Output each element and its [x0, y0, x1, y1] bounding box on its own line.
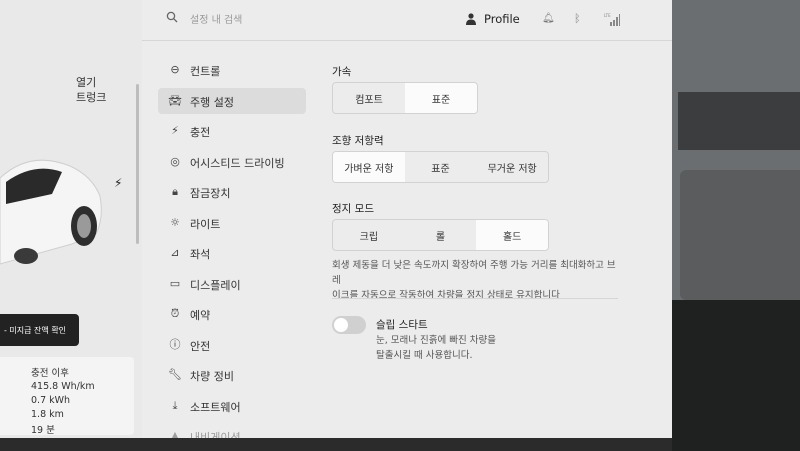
- seat-icon: ⊿: [170, 246, 180, 259]
- open-label[interactable]: 열기: [76, 74, 96, 90]
- stop-mode-option-hold[interactable]: 홀드: [476, 220, 548, 250]
- top-bar: 설정 내 검색 Profile 🔔︎ ᛒ LTE: [142, 0, 672, 41]
- sidebar-item-assisted-driving[interactable]: ◎ 어시스티드 드라이빙: [158, 149, 306, 175]
- sidebar-item-label: 컨트롤: [190, 65, 221, 78]
- search-icon[interactable]: [166, 11, 178, 23]
- profile-icon[interactable]: [466, 13, 476, 25]
- steering-wheel-icon: ◎: [170, 155, 180, 168]
- slip-start-title: 슬립 스타트: [376, 319, 428, 331]
- trip-title: 충전 이후: [31, 368, 69, 379]
- light-icon: ☼: [170, 216, 180, 229]
- lte-signal-icon: LTE: [604, 13, 620, 26]
- steering-option-light[interactable]: 가벼운 저항: [333, 152, 405, 182]
- sidebar-item-navigation[interactable]: ▲ 내비게이션: [158, 423, 306, 438]
- bolt-icon: ⚡︎: [171, 124, 179, 137]
- steering-option-heavy[interactable]: 무거운 저항: [476, 152, 548, 182]
- info-icon: ⓘ: [169, 338, 181, 351]
- trip-card: 충전 이후 415.8 Wh/km 0.7 kWh 1.8 km 19 분: [0, 357, 134, 436]
- acceleration-option-standard[interactable]: 표준: [405, 83, 477, 113]
- stop-mode-option-roll[interactable]: 롤: [405, 220, 477, 250]
- trip-energy-per-km: 415.8 Wh/km: [31, 381, 95, 392]
- acceleration-option-comfort[interactable]: 컴포트: [333, 83, 405, 113]
- charge-bolt-icon: ⚡: [114, 176, 123, 190]
- unpaid-balance-banner[interactable]: - 미지급 잔액 확인: [0, 314, 79, 346]
- sidebar-item-label: 주행 설정: [190, 96, 234, 109]
- sidebar-item-label: 잠금장치: [190, 187, 231, 200]
- trip-duration: 19 분: [31, 425, 55, 436]
- download-icon: ⤓: [172, 399, 178, 412]
- wrench-icon: 🔧︎: [168, 368, 182, 381]
- sidebar-item-seats[interactable]: ⊿ 좌석: [158, 240, 306, 266]
- sidebar-item-locks[interactable]: 🔒︎ 잠금장치: [158, 179, 306, 205]
- clock-icon: ⏰︎: [170, 307, 180, 320]
- acceleration-title: 가속: [332, 66, 352, 78]
- trip-energy: 0.7 kWh: [31, 395, 71, 406]
- car-status-panel: 열기 트렁크 ⚡ - 미지급 잔액 확인 충전 이후 415.8 Wh/km 0…: [0, 0, 142, 438]
- sidebar-item-label: 충전: [190, 126, 211, 139]
- sidebar-item-lights[interactable]: ☼ 라이트: [158, 210, 306, 236]
- slip-start-description: 눈, 모래나 진흙에 빠진 차량을 탈출시킬 때 사용합니다.: [376, 333, 576, 363]
- acceleration-segmented-control: 컴포트 표준: [332, 82, 478, 114]
- toggle-icon: ⊖: [170, 63, 180, 76]
- slip-start-toggle[interactable]: [332, 316, 366, 334]
- sidebar-item-label: 어시스티드 드라이빙: [190, 157, 285, 170]
- sidebar-item-label: 안전: [190, 340, 211, 353]
- stop-mode-description-line: 이크를 자동으로 작동하여 차량을 정지 상태로 유지합니다: [332, 290, 560, 301]
- sidebar-item-controls[interactable]: ⊖ 컨트롤: [158, 57, 306, 83]
- sidebar-item-display[interactable]: ▭ 디스플레이: [158, 271, 306, 297]
- touchscreen: 열기 트렁크 ⚡ - 미지급 잔액 확인 충전 이후 415.8 Wh/km 0…: [0, 0, 672, 438]
- search-input[interactable]: 설정 내 검색: [190, 11, 242, 26]
- slip-start-description-line: 탈출시킬 때 사용합니다.: [376, 350, 473, 361]
- trip-distance: 1.8 km: [31, 409, 64, 420]
- sidebar-item-label: 차량 정비: [190, 370, 234, 383]
- lower-dash: [672, 300, 800, 451]
- sidebar-item-service[interactable]: 🔧︎ 차량 정비: [158, 362, 306, 388]
- slip-start-description-line: 눈, 모래나 진흙에 빠진 차량을: [376, 335, 496, 346]
- sidebar-item-label: 디스플레이: [190, 279, 241, 292]
- car-icon: 🚘︎: [168, 94, 182, 107]
- stop-mode-option-creep[interactable]: 크립: [333, 220, 405, 250]
- sidebar-item-label: 예약: [190, 309, 211, 322]
- sidebar-item-software[interactable]: ⤓ 소프트웨어: [158, 393, 306, 419]
- sidebar-item-label: 소프트웨어: [190, 401, 241, 414]
- sidebar-item-label: 좌석: [190, 248, 211, 261]
- divider: [332, 298, 618, 299]
- trunk-label[interactable]: 트렁크: [76, 89, 106, 105]
- sidebar-item-label: 라이트: [190, 218, 221, 231]
- sidebar-item-label: 내비게이션: [190, 431, 241, 438]
- stop-mode-title: 정지 모드: [332, 203, 374, 215]
- steering-option-standard[interactable]: 표준: [405, 152, 477, 182]
- steering-title: 조향 저항력: [332, 135, 384, 147]
- left-scrollbar[interactable]: [136, 84, 139, 244]
- sidebar-item-safety[interactable]: ⓘ 안전: [158, 332, 306, 358]
- svg-text:LTE: LTE: [604, 13, 611, 18]
- bell-icon[interactable]: 🔔︎: [542, 13, 555, 24]
- dashboard-panel: [680, 170, 800, 300]
- stop-mode-segmented-control: 크립 롤 홀드: [332, 219, 549, 251]
- car-interior-background: [672, 0, 800, 451]
- stop-mode-description-line: 회생 제동을 더 낮은 속도까지 확장하여 주행 가능 거리를 최대화하고 브레: [332, 260, 616, 286]
- steering-segmented-control: 가벼운 저항 표준 무거운 저항: [332, 151, 549, 183]
- navigation-icon: ▲: [170, 429, 180, 438]
- sidebar-item-schedule[interactable]: ⏰︎ 예약: [158, 301, 306, 327]
- bluetooth-icon[interactable]: ᛒ: [574, 12, 581, 25]
- sidebar-item-driving[interactable]: 🚘︎ 주행 설정: [158, 88, 306, 114]
- profile-button[interactable]: Profile: [484, 12, 520, 26]
- toggle-knob: [334, 318, 348, 332]
- display-icon: ▭: [169, 277, 181, 290]
- sidebar-item-charging[interactable]: ⚡︎ 충전: [158, 118, 306, 144]
- air-vent: [678, 92, 800, 150]
- car-image: [0, 159, 102, 265]
- lock-icon: 🔒︎: [172, 185, 178, 198]
- stop-mode-description: 회생 제동을 더 낮은 속도까지 확장하여 주행 가능 거리를 최대화하고 브레…: [332, 258, 622, 303]
